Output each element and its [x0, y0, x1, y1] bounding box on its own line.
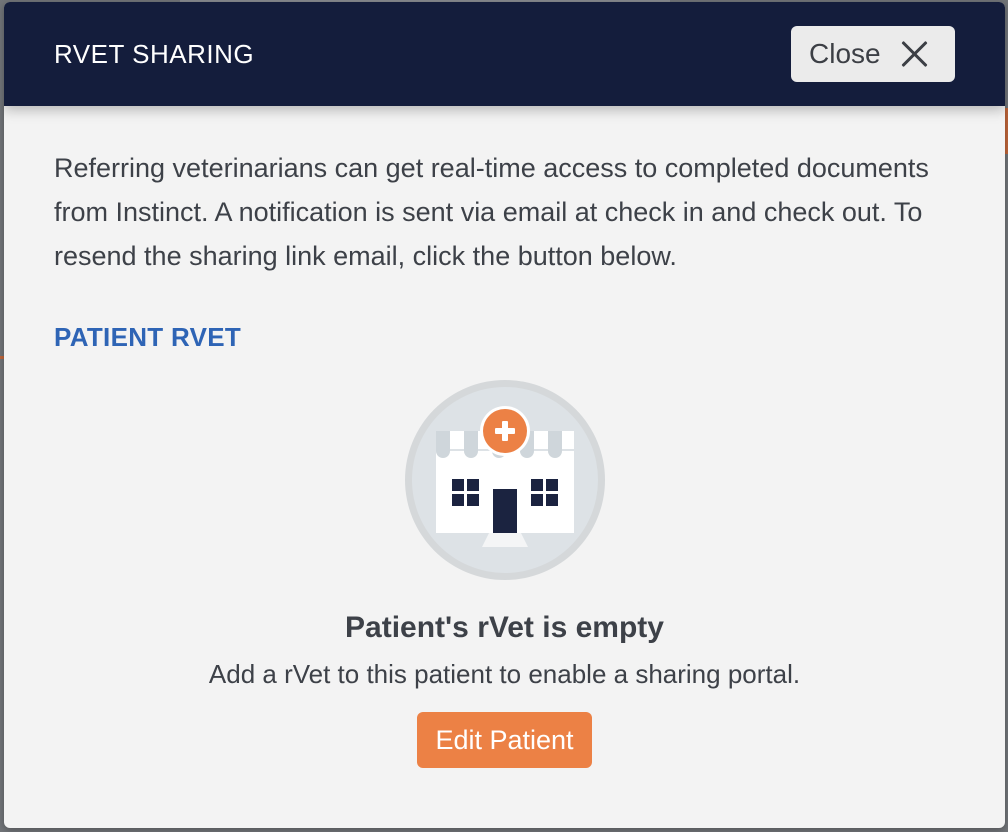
empty-state-title: Patient's rVet is empty [345, 611, 664, 644]
rvet-sharing-modal: RVET SHARING Close Referring veterinaria… [4, 2, 1005, 828]
close-button[interactable]: Close [791, 26, 955, 82]
patient-rvet-section-title: PATIENT RVET [54, 322, 242, 352]
close-button-label: Close [809, 38, 881, 69]
empty-state-description: Add a rVet to this patient to enable a s… [208, 659, 801, 689]
modal-title: RVET SHARING [54, 38, 255, 69]
modal-header: RVET SHARING Close [4, 2, 1005, 106]
close-icon [899, 38, 931, 70]
modal-body: Referring veterinarians can get real-tim… [4, 106, 1005, 768]
empty-state: Patient's rVet is empty Add a rVet to th… [54, 379, 955, 768]
clinic-building-icon [404, 380, 605, 580]
sharing-description: Referring veterinarians can get real-tim… [54, 153, 929, 271]
edit-patient-button[interactable]: Edit Patient [417, 712, 592, 768]
